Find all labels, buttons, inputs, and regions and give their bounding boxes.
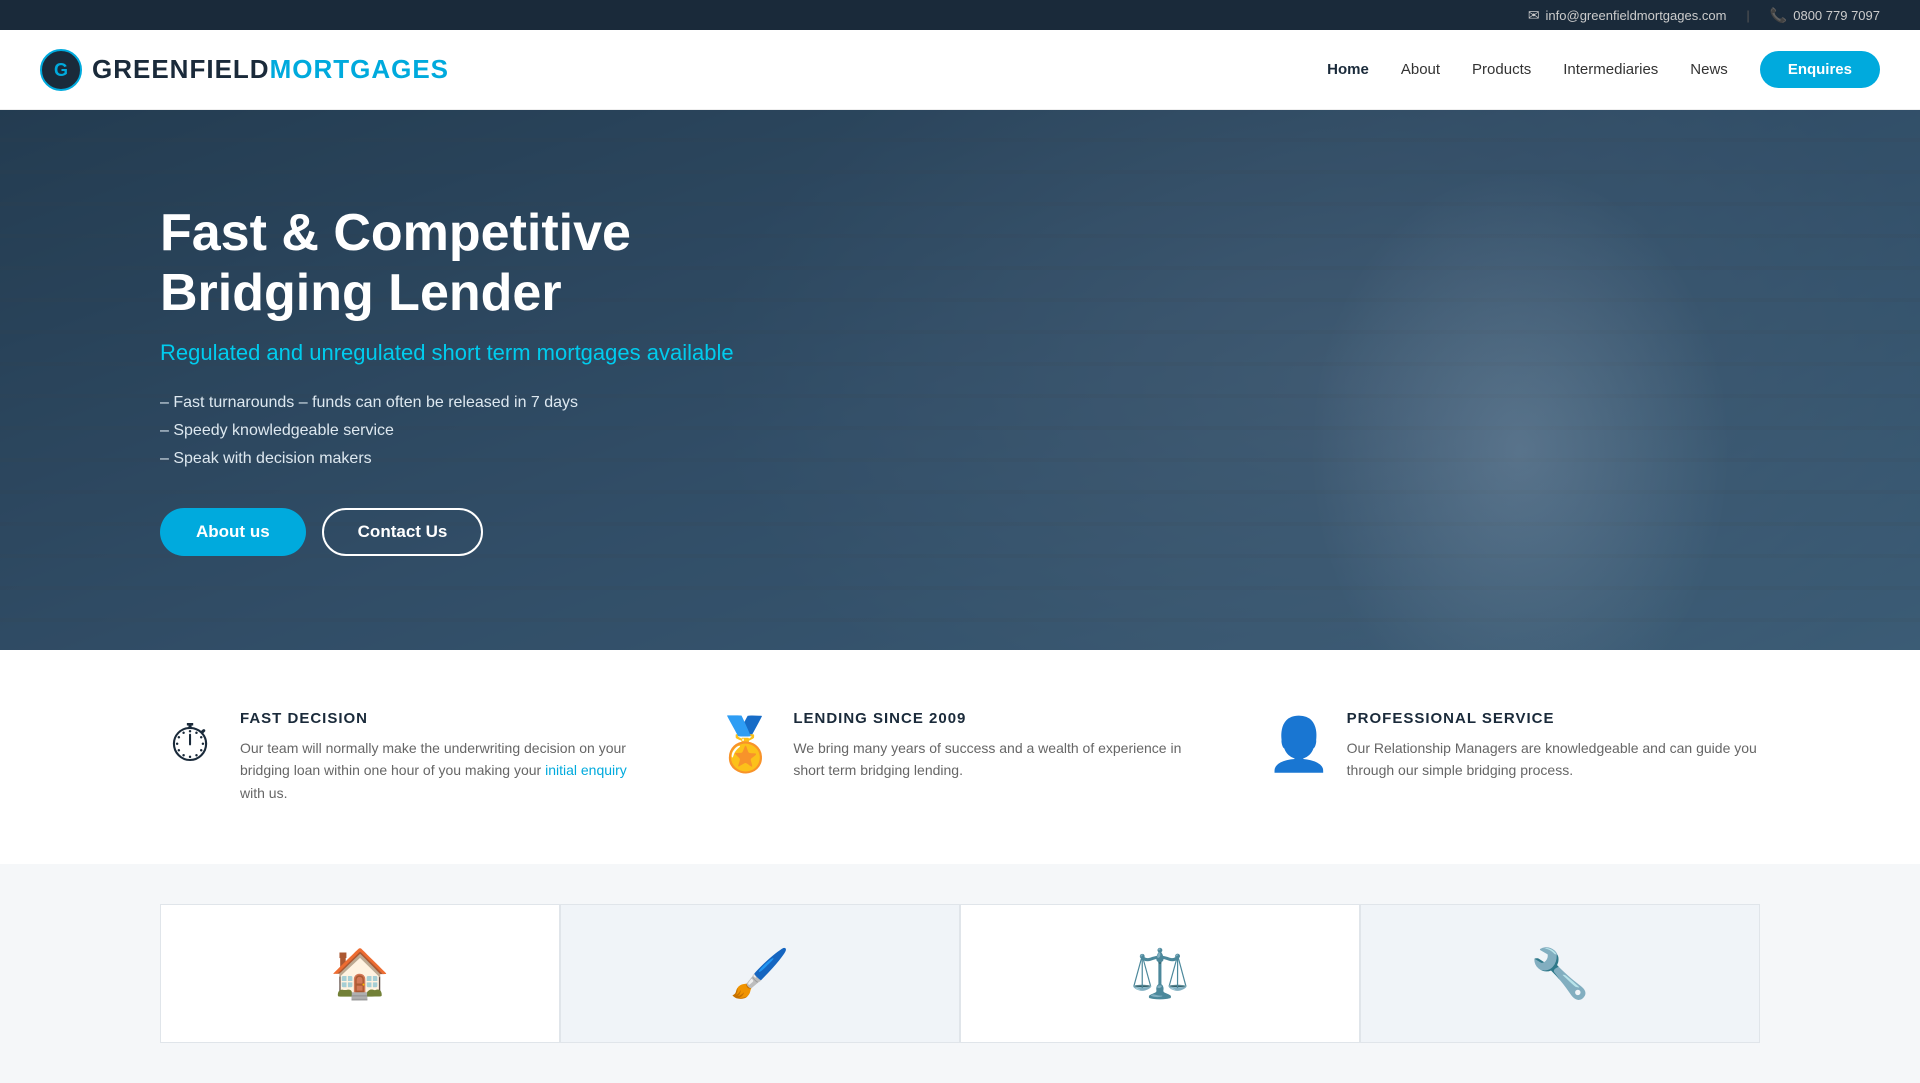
email-contact[interactable]: ✉ info@greenfieldmortgages.com	[1528, 7, 1727, 24]
card-renovation[interactable]: 🖌️	[560, 904, 960, 1043]
feature-professional-title: PROFESSIONAL SERVICE	[1347, 710, 1760, 727]
enquires-button[interactable]: Enquires	[1760, 51, 1880, 88]
feature-lending-body: LENDING SINCE 2009 We bring many years o…	[793, 710, 1206, 804]
hero-bullet-3: – Speak with decision makers	[160, 450, 740, 468]
nav-home[interactable]: Home	[1327, 61, 1369, 78]
feature-lending-text: We bring many years of success and a wea…	[793, 737, 1206, 782]
site-header: G GREENFIELDMORTGAGES Home About Product…	[0, 30, 1920, 110]
phone-icon: 📞	[1770, 7, 1787, 24]
nav-about[interactable]: About	[1401, 61, 1440, 78]
hero-section: Fast & Competitive Bridging Lender Regul…	[0, 110, 1920, 650]
hero-family-image	[1220, 150, 1820, 650]
logo-text: GREENFIELDMORTGAGES	[92, 54, 449, 85]
paint-brush-icon: 🖌️	[730, 945, 790, 1002]
nav-intermediaries[interactable]: Intermediaries	[1563, 61, 1658, 78]
person-icon: 👤	[1267, 714, 1327, 804]
hero-bullet-1: – Fast turnarounds – funds can often be …	[160, 394, 740, 412]
hero-subtitle: Regulated and unregulated short term mor…	[160, 340, 740, 366]
feature-fast-decision-text: Our team will normally make the underwri…	[240, 737, 653, 804]
about-us-button[interactable]: About us	[160, 508, 306, 556]
feature-professional-text: Our Relationship Managers are knowledgea…	[1347, 737, 1760, 782]
logo-brand-dark: GREENFIELD	[92, 54, 270, 84]
feature-lending-title: LENDING SINCE 2009	[793, 710, 1206, 727]
hero-title: Fast & Competitive Bridging Lender	[160, 204, 740, 324]
gavel-icon: ⚖️	[1130, 945, 1190, 1002]
initial-enquiry-link[interactable]: initial enquiry	[545, 762, 627, 778]
feature-professional-body: PROFESSIONAL SERVICE Our Relationship Ma…	[1347, 710, 1760, 804]
divider: |	[1746, 8, 1749, 23]
wrench-icon: 🔧	[1530, 945, 1590, 1002]
nav-news[interactable]: News	[1690, 61, 1728, 78]
card-tools[interactable]: 🔧	[1360, 904, 1760, 1043]
features-section: ⏱ FAST DECISION Our team will normally m…	[0, 650, 1920, 864]
card-legal[interactable]: ⚖️	[960, 904, 1360, 1043]
feature-fast-decision-body: FAST DECISION Our team will normally mak…	[240, 710, 653, 804]
phone-number: 0800 779 7097	[1793, 8, 1880, 23]
feature-fast-decision-title: FAST DECISION	[240, 710, 653, 727]
email-address: info@greenfieldmortgages.com	[1546, 8, 1727, 23]
hero-buttons: About us Contact Us	[160, 508, 740, 556]
logo[interactable]: G GREENFIELDMORTGAGES	[40, 49, 449, 91]
hero-bullets: – Fast turnarounds – funds can often be …	[160, 394, 740, 468]
house-icon: 🏠	[330, 945, 390, 1002]
main-nav: Home About Products Intermediaries News …	[1327, 51, 1880, 88]
phone-contact[interactable]: 📞 0800 779 7097	[1770, 7, 1880, 24]
cards-section: 🏠 🖌️ ⚖️ 🔧	[0, 864, 1920, 1083]
contact-us-button[interactable]: Contact Us	[322, 508, 484, 556]
feature-professional: 👤 PROFESSIONAL SERVICE Our Relationship …	[1267, 710, 1760, 804]
svg-text:G: G	[54, 60, 68, 80]
logo-icon: G	[40, 49, 82, 91]
top-bar: ✉ info@greenfieldmortgages.com | 📞 0800 …	[0, 0, 1920, 30]
hero-bullet-2: – Speedy knowledgeable service	[160, 422, 740, 440]
feature-lending: 🏅 LENDING SINCE 2009 We bring many years…	[713, 710, 1206, 804]
hero-content: Fast & Competitive Bridging Lender Regul…	[0, 204, 900, 556]
feature-fast-decision: ⏱ FAST DECISION Our team will normally m…	[160, 710, 653, 804]
clock-icon: ⏱	[160, 714, 220, 804]
logo-brand-blue: MORTGAGES	[270, 54, 449, 84]
card-residential[interactable]: 🏠	[160, 904, 560, 1043]
email-icon: ✉	[1528, 7, 1540, 24]
award-icon: 🏅	[713, 714, 773, 804]
nav-products[interactable]: Products	[1472, 61, 1531, 78]
